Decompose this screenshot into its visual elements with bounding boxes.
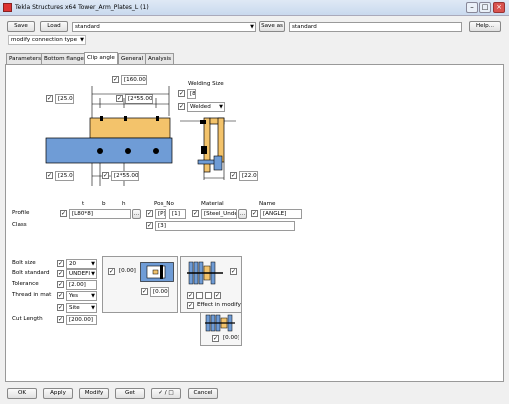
close-icon[interactable]: × (493, 2, 505, 13)
material-input[interactable]: [Steel_Undefi (201, 209, 237, 219)
slot-value-input[interactable]: [0.00] (221, 334, 239, 344)
orientation-offset-input[interactable]: [0.00] (117, 267, 136, 277)
checkbox[interactable]: ✓ (178, 103, 185, 110)
checkbox[interactable]: ✓ (214, 292, 221, 299)
tab-parameters[interactable]: Parameters (6, 53, 45, 64)
clip-angle-side-drawing (180, 117, 236, 180)
chevron-down-icon: ▼ (250, 24, 254, 30)
thread-label: Thread in mat (12, 292, 52, 298)
material-browse-button[interactable]: ... (238, 209, 247, 219)
checkbox[interactable]: ✓ (60, 210, 67, 217)
chevron-down-icon: ▼ (91, 271, 95, 277)
effect-in-modify-label: Effect in modify (197, 302, 241, 308)
class-input[interactable]: [3] (155, 221, 295, 231)
minimize-icon[interactable]: – (466, 2, 478, 13)
modify-button[interactable]: Modify (79, 388, 109, 399)
save-as-button[interactable]: Save as (259, 21, 285, 32)
maximize-icon[interactable]: □ (479, 2, 491, 13)
header-material: Material (201, 201, 224, 207)
cut-length-input[interactable]: [200.00] (66, 315, 97, 325)
profile-label: Profile (12, 210, 30, 216)
weld-type-select[interactable]: Welded ▼ (187, 102, 225, 112)
checkbox[interactable]: ✓ (57, 270, 64, 277)
class-label: Class (12, 222, 27, 228)
checkbox[interactable]: ✓ (192, 210, 199, 217)
cancel-button[interactable]: Cancel (188, 388, 218, 399)
checkbox[interactable]: ✓ (212, 335, 219, 342)
header-name: Name (259, 201, 276, 207)
checkbox[interactable] (205, 292, 212, 299)
bolt-spacing-bottom-input[interactable]: [2*55.00] (111, 171, 139, 181)
chevron-down-icon: ▼ (91, 261, 95, 267)
chevron-down-icon: ▼ (219, 104, 223, 110)
checkbox[interactable]: ✓ (251, 210, 258, 217)
checkbox[interactable]: ✓ (57, 260, 64, 267)
name-input[interactable]: [ANGLE] (260, 209, 302, 219)
welding-size-label: Welding Size (188, 81, 224, 87)
tolerance-input[interactable]: [2.00] (66, 280, 97, 290)
checkbox[interactable]: ✓ (112, 76, 119, 83)
bolt-standard-select[interactable]: UNDEFI ▼ (66, 269, 97, 279)
pos-prefix-input[interactable]: [P] (155, 209, 166, 219)
load-button[interactable]: Load (40, 21, 68, 32)
tab-analysis[interactable]: Analysis (145, 53, 175, 64)
header-b: b (102, 201, 106, 207)
site-select[interactable]: Site ▼ (66, 303, 97, 313)
bolt-group-icon (187, 261, 223, 285)
left-bottom-offset-input[interactable]: [25.00] (55, 171, 74, 181)
top-dimension-input[interactable]: [160.00] (121, 75, 147, 85)
checkbox[interactable]: ✓ (178, 90, 185, 97)
checkbox[interactable]: ✓ (146, 210, 153, 217)
profile-input[interactable]: [L80*8] (69, 209, 131, 219)
checkbox[interactable]: ✓ (230, 268, 237, 275)
header-t: t (82, 201, 85, 207)
effect-in-modify-checkbox[interactable]: ✓ (187, 302, 194, 309)
ok-button[interactable]: OK (7, 388, 37, 399)
save-as-input[interactable]: standard (289, 22, 462, 32)
chevron-down-icon: ▼ (91, 305, 95, 311)
tab-general[interactable]: General (118, 53, 147, 64)
header-h: h (122, 201, 126, 207)
checkbox[interactable]: ✓ (108, 268, 115, 275)
checkbox[interactable]: ✓ (141, 288, 148, 295)
tolerance-label: Tolerance (12, 281, 39, 287)
checkbox[interactable]: ✓ (46, 172, 53, 179)
chevron-down-icon: ▼ (91, 293, 95, 299)
checkbox[interactable]: ✓ (230, 172, 237, 179)
chevron-down-icon: ▼ (80, 37, 84, 43)
apply-button[interactable]: Apply (43, 388, 73, 399)
get-button[interactable]: Get (115, 388, 145, 399)
bolt-size-select[interactable]: 20 ▼ (66, 259, 97, 269)
orientation-value-input[interactable]: [0.00] (150, 287, 169, 297)
bolt-size-label: Bolt size (12, 260, 36, 266)
title-bar: Tekla Structures x64 Tower_Arm_Plates_L … (0, 0, 509, 16)
app-icon (3, 3, 12, 12)
help-button[interactable]: Help... (469, 21, 501, 32)
load-preset-select[interactable]: standard ▼ (72, 22, 256, 32)
checkbox[interactable]: ✓ (57, 304, 64, 311)
slot-icon (205, 314, 235, 332)
checkbox[interactable]: ✓ (57, 281, 64, 288)
window-title: Tekla Structures x64 Tower_Arm_Plates_L … (15, 4, 149, 11)
header-pos-no: Pos_No (154, 201, 174, 207)
profile-browse-button[interactable]: ... (132, 209, 141, 219)
bolt-orientation-icon (140, 262, 174, 282)
save-button[interactable]: Save (7, 21, 35, 32)
checkbox[interactable]: ✓ (187, 292, 194, 299)
checkbox[interactable]: ✓ (146, 222, 153, 229)
checkbox[interactable]: ✓ (102, 172, 109, 179)
connection-mode-select[interactable]: modify connection type ▼ (8, 35, 86, 45)
weld-size-input[interactable]: [8] (187, 89, 196, 99)
cut-length-label: Cut Length (12, 316, 43, 322)
checkbox[interactable]: ✓ (57, 292, 64, 299)
right-bottom-offset-input[interactable]: [22.00] (239, 171, 258, 181)
thread-select[interactable]: Yes ▼ (66, 291, 97, 301)
checkbox[interactable] (196, 292, 203, 299)
toggle-all-button[interactable]: ✓ / □ (151, 388, 181, 399)
tab-bottom-flange[interactable]: Bottom flange (41, 53, 87, 64)
checkbox[interactable]: ✓ (57, 316, 64, 323)
pos-number-input[interactable]: [1] (169, 209, 186, 219)
bolt-standard-label: Bolt standard (12, 270, 50, 276)
